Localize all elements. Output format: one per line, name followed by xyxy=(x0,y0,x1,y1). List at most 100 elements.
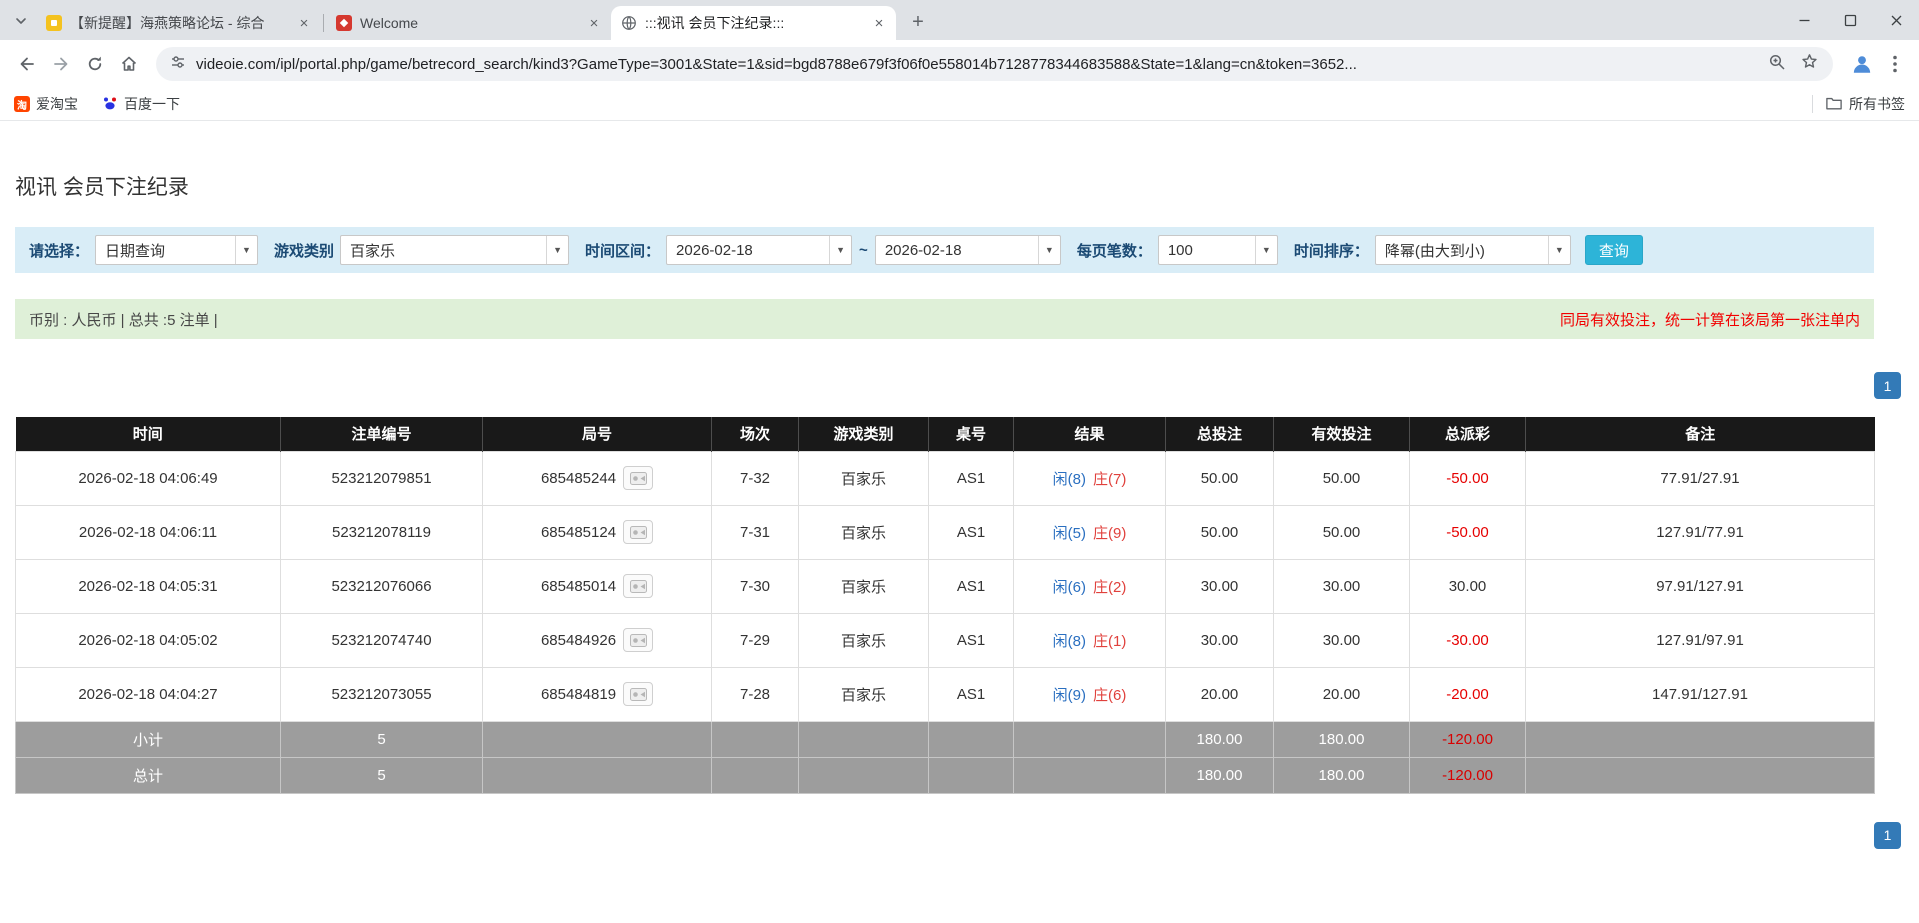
close-window-button[interactable] xyxy=(1873,0,1919,40)
column-header-payout: 总派彩 xyxy=(1410,417,1526,451)
tab-title: 【新提醒】海燕策略论坛 - 综合 xyxy=(70,13,289,33)
cell-payout: 30.00 xyxy=(1410,559,1526,613)
globe-icon xyxy=(621,15,637,31)
subtotal-total-bet: 180.00 xyxy=(1166,721,1274,757)
video-replay-icon[interactable] xyxy=(623,682,653,706)
cell-payout: -50.00 xyxy=(1410,505,1526,559)
bookmark-star-icon[interactable] xyxy=(1800,52,1819,76)
video-replay-icon[interactable] xyxy=(623,520,653,544)
cell-round: 7-30 xyxy=(712,559,799,613)
cell-time: 2026-02-18 04:06:11 xyxy=(16,505,281,559)
cell-bet-no: 523212079851 xyxy=(281,451,483,505)
close-icon[interactable]: × xyxy=(295,14,313,32)
tab-title: Welcome xyxy=(360,15,579,31)
table-row: 2026-02-18 04:06:11523212078119 685485124… xyxy=(16,505,1875,559)
cell-payout: -50.00 xyxy=(1410,451,1526,505)
window-controls xyxy=(1781,0,1919,40)
query-type-select[interactable]: 日期查询 ▼ xyxy=(95,235,258,265)
site-info-icon[interactable] xyxy=(170,54,186,75)
browser-menu-icon[interactable] xyxy=(1881,47,1909,81)
close-icon[interactable]: × xyxy=(585,14,603,32)
folder-icon xyxy=(1825,95,1843,114)
tab-forum[interactable]: 【新提醒】海燕策略论坛 - 综合 × xyxy=(36,6,321,40)
tab-welcome[interactable]: Welcome × xyxy=(326,6,611,40)
forward-button[interactable] xyxy=(44,47,78,81)
page-content: 视讯 会员下注纪录 请选择： 日期查询 ▼ 游戏类别 百家乐 ▼ 时间区间： 2… xyxy=(0,171,1919,849)
close-icon[interactable]: × xyxy=(870,14,888,32)
table-footer: 小计 5 180.00 180.00 -120.00 总计 5 180.00 1… xyxy=(16,721,1875,793)
browser-toolbar: videoie.com/ipl/portal.php/game/betrecor… xyxy=(0,40,1919,88)
column-header-round-no: 局号 xyxy=(483,417,712,451)
video-replay-icon[interactable] xyxy=(623,574,653,598)
total-valid-bet: 180.00 xyxy=(1274,757,1410,793)
maximize-button[interactable] xyxy=(1827,0,1873,40)
refresh-button[interactable] xyxy=(78,47,112,81)
bet-records-table: 时间 注单编号 局号 场次 游戏类别 桌号 结果 总投注 有效投注 总派彩 备注… xyxy=(15,417,1875,794)
result-banker: 庄(1) xyxy=(1093,633,1126,650)
round-no-text: 685485124 xyxy=(541,524,616,541)
url-bar[interactable]: videoie.com/ipl/portal.php/game/betrecor… xyxy=(156,47,1833,81)
cell-note: 147.91/127.91 xyxy=(1526,667,1875,721)
select-value: 2026-02-18 xyxy=(876,242,971,259)
page-size-select[interactable]: 100 ▼ xyxy=(1158,235,1278,265)
welcome-favicon-icon xyxy=(336,15,352,31)
cell-note: 97.91/127.91 xyxy=(1526,559,1875,613)
cell-valid-bet: 50.00 xyxy=(1274,451,1410,505)
tab-search-button[interactable] xyxy=(6,6,36,40)
cell-valid-bet: 30.00 xyxy=(1274,613,1410,667)
back-button[interactable] xyxy=(10,47,44,81)
video-replay-icon[interactable] xyxy=(623,628,653,652)
summary-bar: 币别 : 人民币 | 总共 :5 注单 | 同局有效投注，统一计算在该局第一张注… xyxy=(15,299,1874,339)
url-text[interactable]: videoie.com/ipl/portal.php/game/betrecor… xyxy=(196,56,1758,73)
sort-label: 时间排序： xyxy=(1294,240,1369,261)
cell-table: AS1 xyxy=(929,451,1014,505)
divider xyxy=(1812,95,1813,113)
date-range-label: 时间区间： xyxy=(585,240,660,261)
cell-total-bet: 30.00 xyxy=(1166,613,1274,667)
cell-bet-no: 523212078119 xyxy=(281,505,483,559)
all-bookmarks-label: 所有书签 xyxy=(1849,94,1905,114)
date-from-select[interactable]: 2026-02-18 ▼ xyxy=(666,235,852,265)
pagination-page-1[interactable]: 1 xyxy=(1874,822,1901,849)
cell-bet-no: 523212073055 xyxy=(281,667,483,721)
browser-window: 【新提醒】海燕策略论坛 - 综合 × Welcome × :::视讯 会员下注纪… xyxy=(0,0,1919,849)
result-player: 闲(8) xyxy=(1053,471,1086,488)
profile-avatar[interactable] xyxy=(1847,49,1877,79)
select-value: 百家乐 xyxy=(341,240,404,261)
column-header-note: 备注 xyxy=(1526,417,1875,451)
table-row: 2026-02-18 04:05:31523212076066685485014… xyxy=(16,559,1875,613)
round-no-text: 685484819 xyxy=(541,686,616,703)
cell-round-no: 685485244 xyxy=(483,451,712,505)
column-header-result: 结果 xyxy=(1014,417,1166,451)
date-to-select[interactable]: 2026-02-18 ▼ xyxy=(875,235,1061,265)
pagination-page-1[interactable]: 1 xyxy=(1874,372,1901,399)
cell-note: 127.91/97.91 xyxy=(1526,613,1875,667)
select-value: 日期查询 xyxy=(96,240,174,261)
total-total-bet: 180.00 xyxy=(1166,757,1274,793)
cell-result: 闲(8)庄(7) xyxy=(1014,451,1166,505)
game-type-select[interactable]: 百家乐 ▼ xyxy=(340,235,569,265)
zoom-icon[interactable] xyxy=(1768,53,1786,76)
cell-round-no: 685485124 xyxy=(483,505,712,559)
round-no-text: 685485244 xyxy=(541,470,616,487)
subtotal-valid-bet: 180.00 xyxy=(1274,721,1410,757)
summary-info: 币别 : 人民币 | 总共 :5 注单 | xyxy=(29,309,218,330)
cell-bet-no: 523212076066 xyxy=(281,559,483,613)
tab-separator xyxy=(323,14,324,32)
tab-bet-records[interactable]: :::视讯 会员下注纪录::: × xyxy=(611,6,896,40)
sort-select[interactable]: 降幂(由大到小) ▼ xyxy=(1375,235,1571,265)
video-replay-icon[interactable] xyxy=(623,466,653,490)
bookmark-baidu[interactable]: 百度一下 xyxy=(102,94,180,114)
minimize-button[interactable] xyxy=(1781,0,1827,40)
new-tab-button[interactable]: + xyxy=(904,8,932,36)
range-separator: ~ xyxy=(859,242,868,259)
cell-time: 2026-02-18 04:06:49 xyxy=(16,451,281,505)
search-button[interactable]: 查询 xyxy=(1585,235,1643,265)
cell-table: AS1 xyxy=(929,667,1014,721)
column-header-valid-bet: 有效投注 xyxy=(1274,417,1410,451)
chevron-down-icon: ▼ xyxy=(1548,236,1570,264)
bookmark-taobao[interactable]: 淘 爱淘宝 xyxy=(14,94,78,114)
home-button[interactable] xyxy=(112,47,146,81)
cell-game: 百家乐 xyxy=(799,505,929,559)
all-bookmarks[interactable]: 所有书签 xyxy=(1812,94,1905,114)
